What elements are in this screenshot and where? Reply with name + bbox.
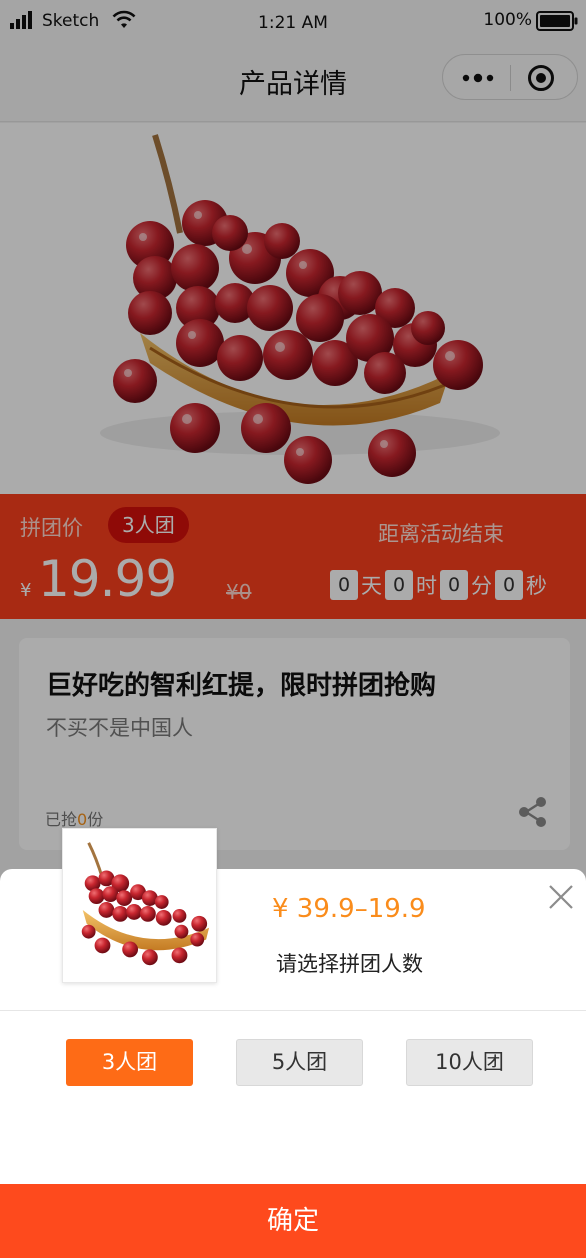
close-icon[interactable] [548, 884, 574, 910]
group-option-3[interactable]: 3人团 [66, 1039, 193, 1086]
confirm-button[interactable]: 确定 [0, 1184, 586, 1258]
sheet-divider [0, 1010, 586, 1011]
grapes-thumbnail-image [63, 829, 216, 982]
group-option-5[interactable]: 5人团 [236, 1039, 363, 1086]
sheet-select-hint: 请选择拼团人数 [276, 952, 423, 976]
sheet-product-thumbnail [62, 828, 217, 983]
group-option-10[interactable]: 10人团 [406, 1039, 533, 1086]
sheet-price-range: ¥ 39.9–19.9 [272, 894, 426, 924]
